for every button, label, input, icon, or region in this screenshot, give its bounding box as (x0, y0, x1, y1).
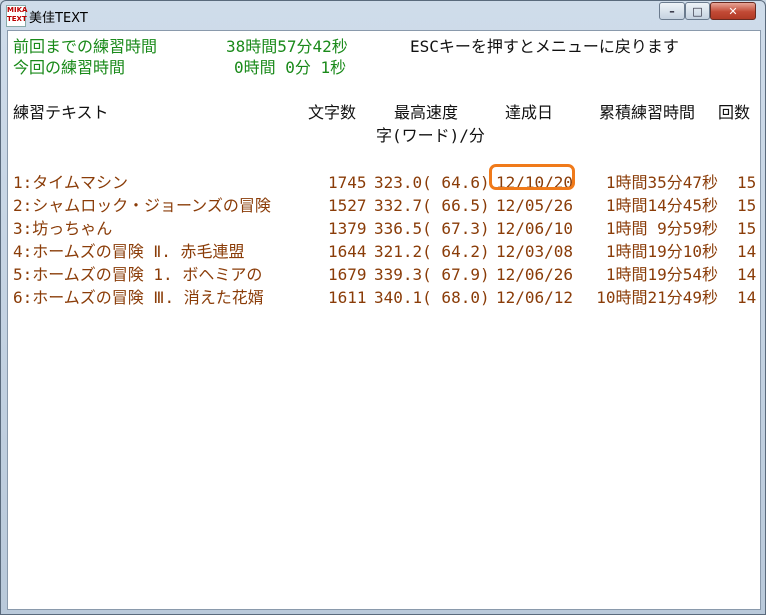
maximize-icon: □ (692, 4, 703, 18)
row-title: 1:タイムマシン (13, 173, 128, 192)
row-date: 12/05/26 (496, 196, 574, 215)
row-time: 1時間19分10秒 (605, 242, 718, 261)
row-chars: 1527 (328, 196, 367, 215)
row-count: 15 (737, 219, 757, 238)
header-max-speed-unit: 字(ワード)/分 (376, 126, 485, 145)
minimize-button[interactable]: – (659, 2, 685, 20)
row-chars: 1679 (328, 265, 367, 284)
row-count: 15 (737, 196, 757, 215)
row-speed: 323.0( 64.6) (374, 173, 490, 192)
close-icon: ✕ (728, 4, 738, 18)
header-max-speed: 最高速度 (394, 103, 459, 122)
row-speed: 332.7( 66.5) (374, 196, 490, 215)
header-date: 達成日 (505, 103, 554, 122)
row-time: 1時間19分54秒 (605, 265, 718, 284)
header-count: 回数 (718, 103, 751, 122)
row-speed: 339.3( 67.9) (374, 265, 490, 284)
esc-hint: ESCキーを押すとメニューに戻ります (410, 37, 679, 56)
practice-record-view: 前回までの練習時間 38時間57分42秒 ESCキーを押すとメニューに戻ります … (7, 30, 761, 610)
current-time-label: 今回の練習時間 (13, 58, 126, 77)
row-time: 1時間 9分59秒 (605, 219, 718, 238)
minimize-icon: – (669, 4, 675, 18)
row-chars: 1644 (328, 242, 367, 261)
row-speed: 340.1( 68.0) (374, 288, 490, 307)
row-date: 12/03/08 (496, 242, 574, 261)
header-text: 練習テキスト (13, 103, 109, 122)
row-count: 14 (737, 288, 757, 307)
row-title: 6:ホームズの冒険 Ⅲ. 消えた花婿 (13, 288, 264, 307)
app-icon-line-1: MIKA (7, 6, 28, 14)
row-count: 14 (737, 265, 757, 284)
row-chars: 1611 (328, 288, 367, 307)
date-highlight-box (489, 164, 575, 190)
header-total-time: 累積練習時間 (599, 103, 696, 122)
row-title: 4:ホームズの冒険 Ⅱ. 赤毛連盟 (13, 242, 245, 261)
title-bar[interactable]: MIKA TEXT 美佳TEXT – □ ✕ (1, 1, 765, 29)
row-time: 1時間35分47秒 (605, 173, 718, 192)
row-count: 15 (737, 173, 757, 192)
current-time-value: 0時間 0分 1秒 (234, 58, 347, 77)
row-date: 12/06/10 (496, 219, 574, 238)
app-icon-line-2: TEXT (7, 15, 27, 23)
row-count: 14 (737, 242, 757, 261)
app-icon: MIKA TEXT (6, 5, 28, 27)
close-button[interactable]: ✕ (710, 2, 756, 20)
row-speed: 321.2( 64.2) (374, 242, 490, 261)
row-chars: 1379 (328, 219, 367, 238)
header-chars: 文字数 (308, 103, 357, 122)
previous-time-value: 38時間57分42秒 (226, 37, 348, 56)
window-title: 美佳TEXT (29, 11, 88, 26)
app-window: MIKA TEXT 美佳TEXT – □ ✕ 前回までの練習時間 38時間57分… (0, 0, 766, 615)
row-date: 12/06/26 (496, 265, 574, 284)
previous-time-label: 前回までの練習時間 (13, 37, 158, 56)
row-title: 5:ホームズの冒険 1. ボヘミアの (13, 265, 263, 284)
row-time: 10時間21分49秒 (596, 288, 718, 307)
row-chars: 1745 (328, 173, 367, 192)
row-date: 12/06/12 (496, 288, 574, 307)
row-time: 1時間14分45秒 (605, 196, 718, 215)
row-speed: 336.5( 67.3) (374, 219, 490, 238)
maximize-button[interactable]: □ (685, 2, 710, 20)
row-title: 2:シャムロック・ジョーンズの冒険 (13, 196, 271, 215)
row-title: 3:坊っちゃん (13, 219, 113, 238)
